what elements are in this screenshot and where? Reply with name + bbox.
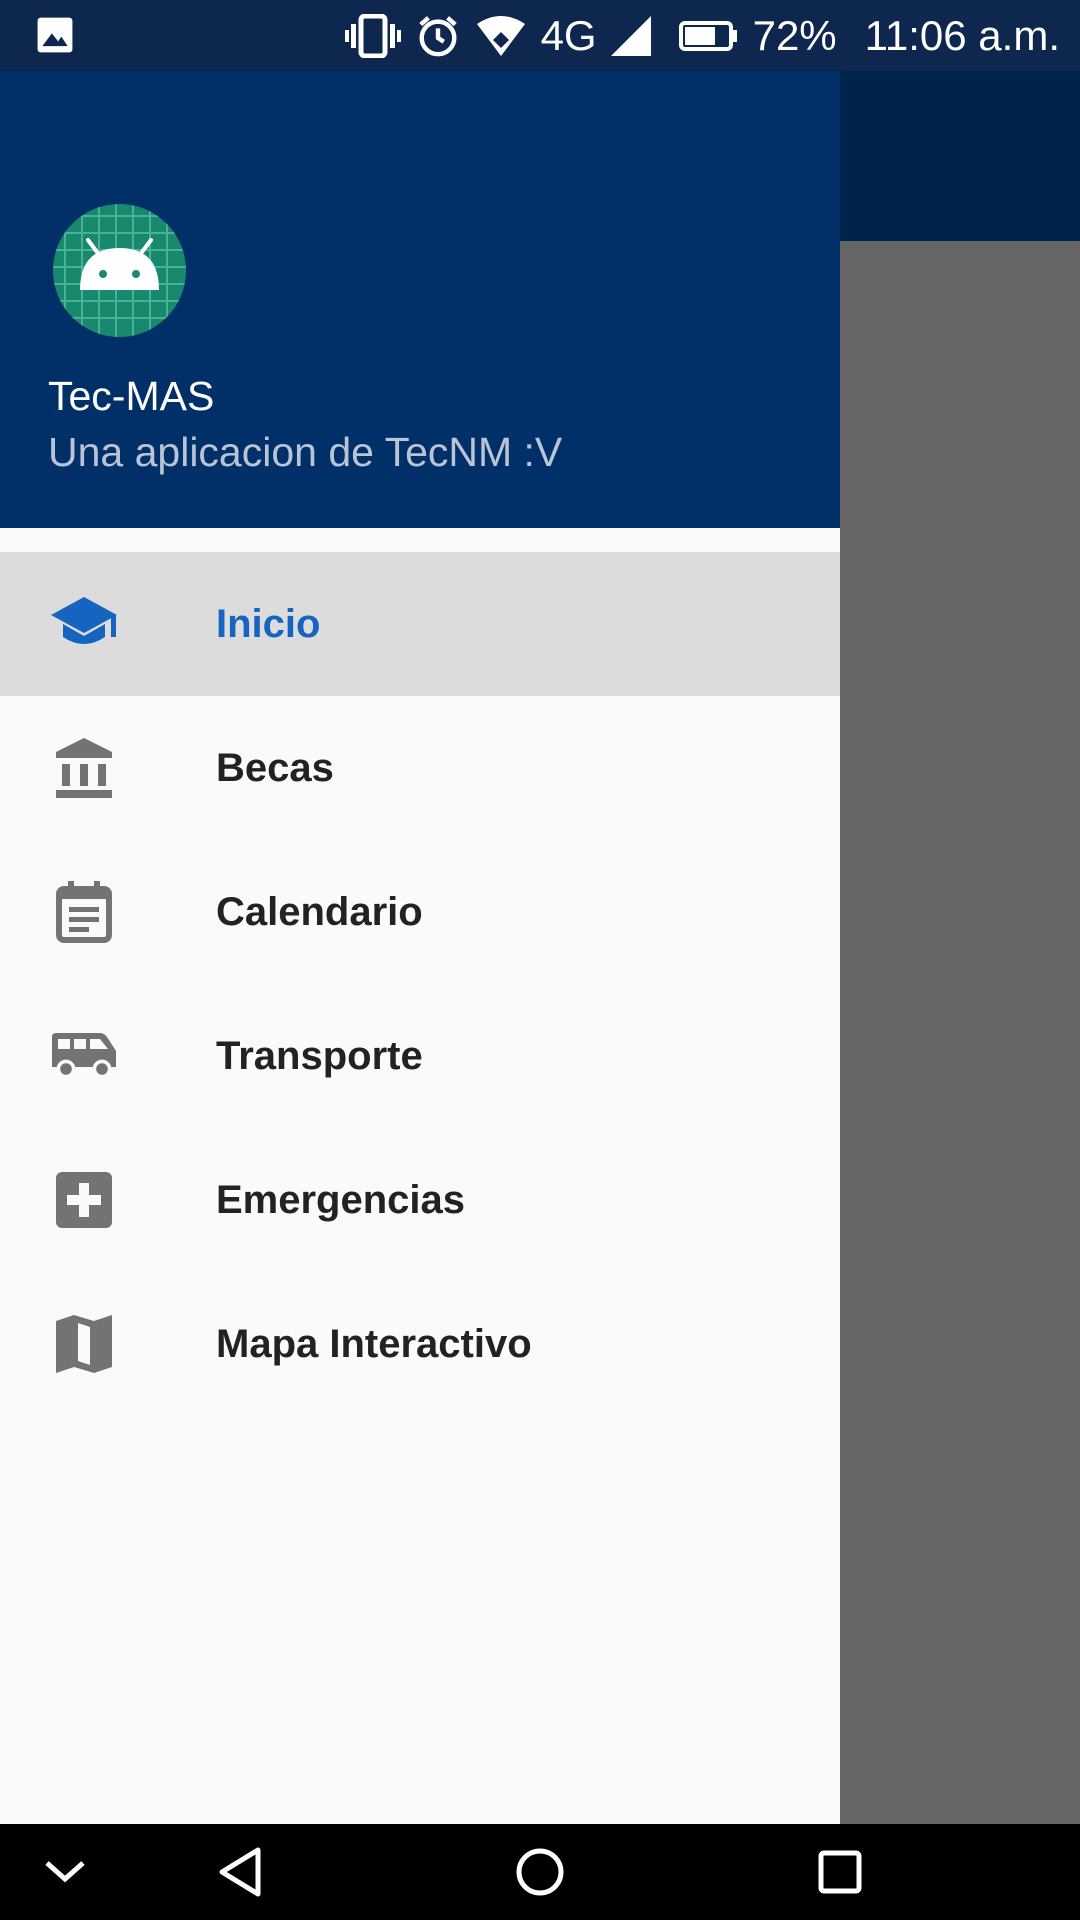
menu-item-label: Emergencias: [216, 1177, 466, 1222]
menu-item-label: Calendario: [216, 889, 423, 934]
recents-icon[interactable]: [810, 1842, 870, 1902]
back-icon[interactable]: [210, 1842, 270, 1902]
clock: 11:06 a.m.: [864, 11, 1060, 59]
battery-icon: [678, 20, 739, 51]
alarm-icon: [415, 13, 461, 59]
menu-item-label: Mapa Interactivo: [216, 1321, 532, 1366]
android-icon: [53, 204, 186, 337]
navigation-bar: [0, 1824, 1080, 1920]
image-icon: [36, 16, 74, 59]
home-icon[interactable]: [510, 1842, 570, 1902]
menu-item-label: Inicio: [216, 601, 321, 646]
app-name: Tec-MAS: [48, 373, 215, 419]
wifi-icon: [475, 14, 527, 58]
drawer-header: Tec-MAS Una aplicacion de TecNM :V: [0, 71, 840, 528]
menu-item-transporte[interactable]: Transporte: [0, 984, 840, 1128]
menu-item-label: Transporte: [216, 1033, 423, 1078]
drawer-menu: Inicio Becas Calendario Transporte Emerg…: [0, 552, 840, 1416]
menu-item-inicio[interactable]: Inicio: [0, 552, 840, 696]
battery-percent: 72%: [752, 11, 837, 59]
vibrate-icon: [344, 13, 401, 58]
map-icon: [48, 1312, 120, 1376]
collapse-icon[interactable]: [35, 1842, 95, 1902]
status-bar: 4G 72% 11:06 a.m.: [0, 0, 1080, 71]
medical-plus-icon: [48, 1168, 120, 1232]
menu-item-mapa-interactivo[interactable]: Mapa Interactivo: [0, 1272, 840, 1416]
screen: o 4G 72% 11:06 a.m.: [0, 0, 1080, 1920]
app-subtitle: Una aplicacion de TecNM :V: [48, 429, 563, 475]
menu-item-becas[interactable]: Becas: [0, 696, 840, 840]
bank-icon: [48, 736, 120, 800]
menu-item-emergencias[interactable]: Emergencias: [0, 1128, 840, 1272]
menu-item-label: Becas: [216, 745, 334, 790]
menu-item-calendario[interactable]: Calendario: [0, 840, 840, 984]
bus-icon: [48, 1024, 120, 1088]
calendar-icon: [48, 880, 120, 944]
signal-icon: [610, 15, 651, 56]
navigation-drawer: Tec-MAS Una aplicacion de TecNM :V Inici…: [0, 71, 840, 1824]
school-icon: [48, 592, 120, 656]
network-type: 4G: [540, 11, 597, 59]
